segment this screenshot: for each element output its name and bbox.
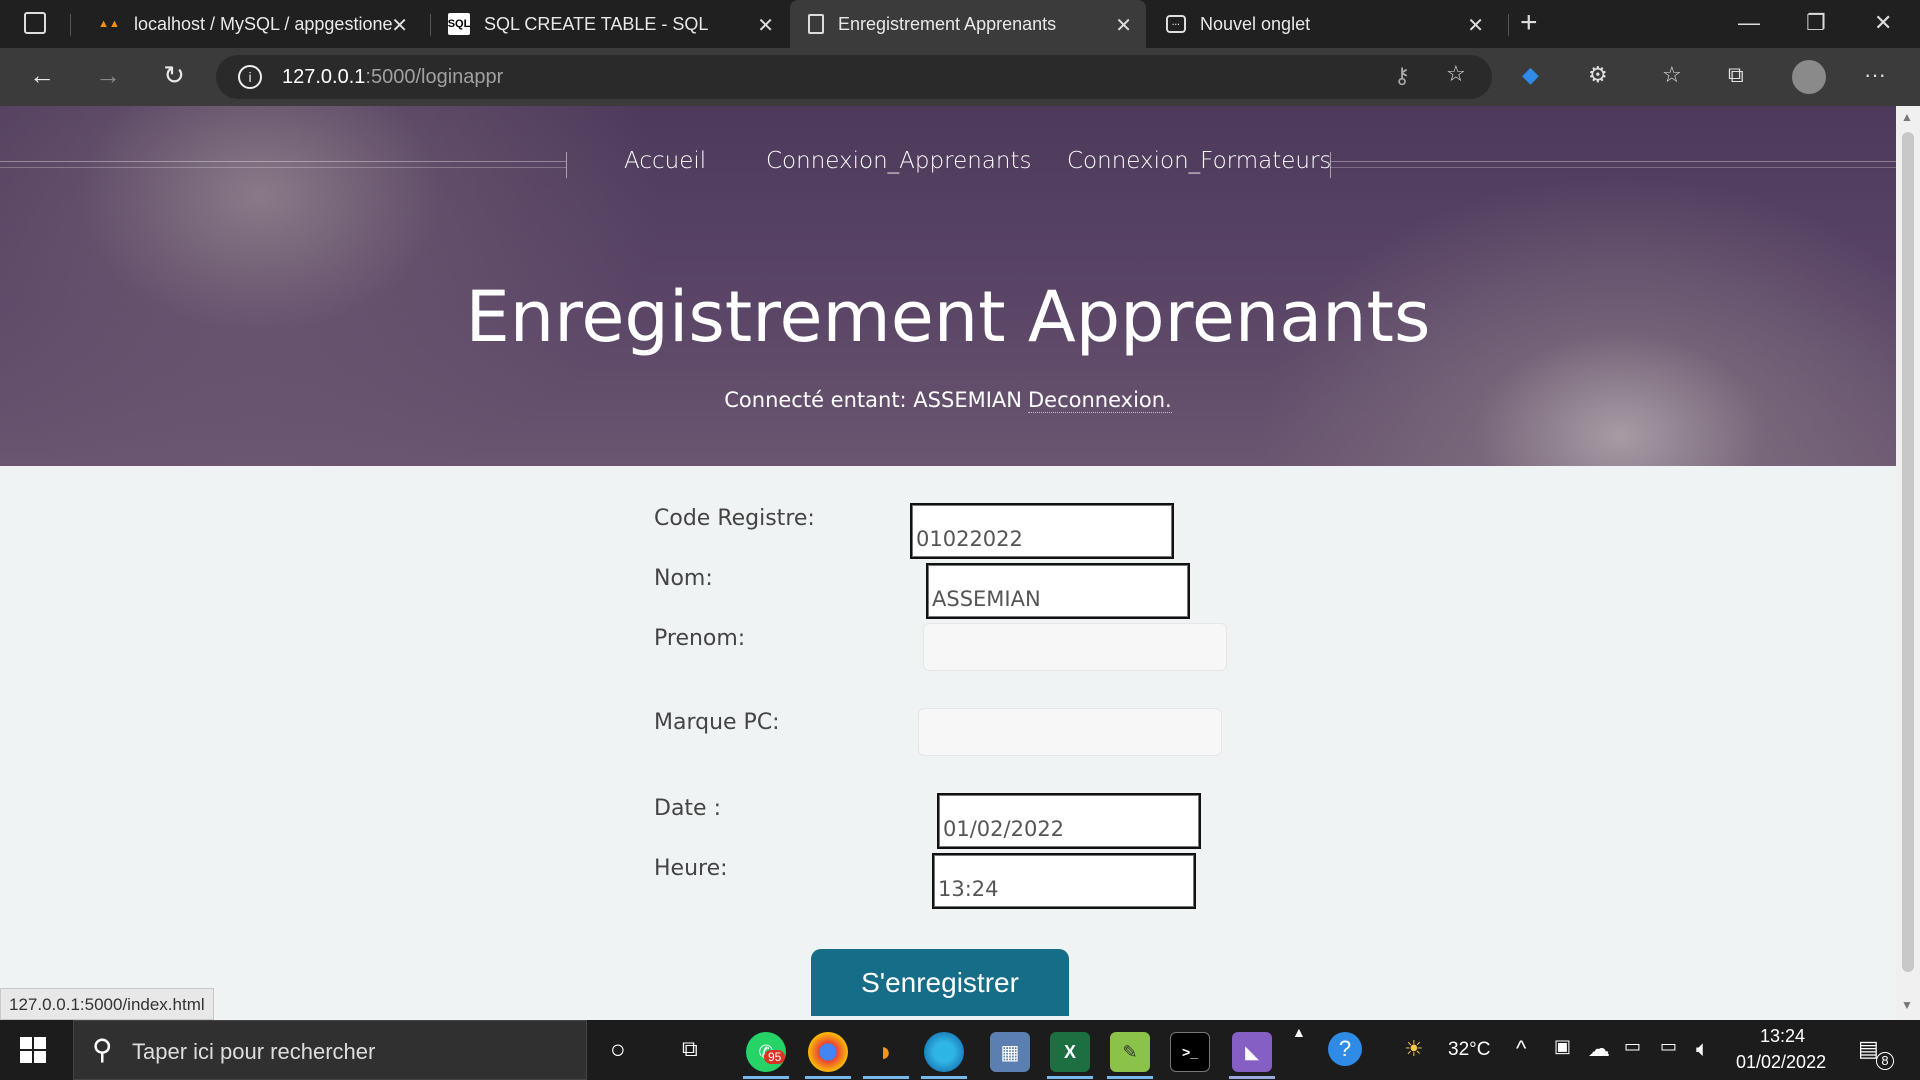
whatsapp-badge: 95	[764, 1050, 786, 1064]
page-scrollbar[interactable]: ▲ ▼	[1896, 106, 1920, 1020]
overflow-chevron-icon[interactable]: ▲	[1292, 1024, 1306, 1040]
help-icon[interactable]: ?	[1328, 1032, 1362, 1066]
notification-count: 8	[1876, 1052, 1894, 1070]
cortana-icon[interactable]: ○	[610, 1034, 626, 1065]
close-icon[interactable]: ✕	[1467, 13, 1484, 38]
phpmyadmin-icon: ▲▲	[98, 18, 120, 30]
page-title: Enregistrement Apprenants	[465, 276, 1431, 358]
visual-studio-app-icon[interactable]: ◣	[1232, 1032, 1272, 1072]
more-menu-icon[interactable]: ···	[1864, 62, 1886, 88]
windows-start-icon[interactable]	[20, 1037, 48, 1065]
key-icon[interactable]: ⚷	[1394, 63, 1410, 89]
tab-title: SQL CREATE TABLE - SQL	[484, 13, 709, 34]
extension-shield-icon[interactable]: ◆	[1522, 62, 1539, 88]
show-hidden-icons[interactable]: ^	[1516, 1036, 1526, 1062]
address-toolbar: ← → ↻ i 127.0.0.1:5000/loginappr ⚷ ☆ ◆ ⚙…	[0, 48, 1920, 106]
hero-banner: Accueil Connexion_Apprenants Connexion_F…	[0, 106, 1896, 466]
task-view-icon[interactable]: ⧉	[682, 1036, 698, 1062]
prenom-label: Prenom:	[654, 626, 746, 651]
page-viewport: Accueil Connexion_Apprenants Connexion_F…	[0, 106, 1896, 1020]
tab-actions-icon[interactable]	[24, 12, 46, 34]
close-icon[interactable]: ✕	[1115, 13, 1132, 38]
forward-button[interactable]: →	[90, 60, 126, 91]
url-text[interactable]: 127.0.0.1:5000/loginappr	[282, 66, 503, 89]
browser-tab-bar: ▲▲ localhost / MySQL / appgestione ✕ SQL…	[0, 0, 1920, 48]
date-input[interactable]: 01/02/2022	[937, 793, 1201, 849]
nav-connexion-apprenants[interactable]: Connexion_Apprenants	[766, 148, 1031, 174]
clock-time[interactable]: 13:24	[1760, 1026, 1805, 1047]
windows-taskbar: ⚲ Taper ici pour rechercher ○ ⧉ ✆ 95 ◗ ▦…	[0, 1020, 1920, 1080]
tab-phpmyadmin[interactable]: ▲▲ localhost / MySQL / appgestione ✕	[80, 0, 422, 48]
chrome-app-icon[interactable]	[808, 1032, 848, 1072]
collections-icon[interactable]: ⧉	[1728, 62, 1744, 88]
calculator-app-icon[interactable]: ▦	[990, 1032, 1030, 1072]
tab-enregistrement[interactable]: Enregistrement Apprenants ✕	[790, 0, 1146, 48]
excel-app-icon[interactable]: X	[1050, 1032, 1090, 1072]
meet-icon[interactable]: ▣	[1554, 1036, 1571, 1057]
edge-app-icon[interactable]	[924, 1032, 964, 1072]
taskbar-search[interactable]: ⚲ Taper ici pour rechercher	[73, 1020, 587, 1080]
clock-date[interactable]: 01/02/2022	[1736, 1052, 1826, 1073]
marque-pc-label: Marque PC:	[654, 710, 780, 735]
link-status-tooltip: 127.0.0.1:5000/index.html	[0, 988, 214, 1020]
minimize-button[interactable]: —	[1738, 10, 1760, 36]
add-favorite-icon[interactable]: ☆	[1446, 61, 1466, 87]
prenom-input[interactable]	[923, 623, 1227, 671]
search-placeholder: Taper ici pour rechercher	[132, 1039, 376, 1064]
heure-label: Heure:	[654, 856, 728, 881]
back-button[interactable]: ←	[24, 60, 60, 91]
scroll-down-icon[interactable]: ▼	[1901, 998, 1913, 1012]
nav-connexion-formateurs[interactable]: Connexion_Formateurs	[1067, 148, 1331, 174]
scroll-thumb[interactable]	[1902, 132, 1914, 972]
search-icon: ⚲	[92, 1034, 113, 1065]
weather-temp[interactable]: 32°C	[1448, 1039, 1490, 1061]
volume-icon[interactable]: 🔈︎	[1696, 1036, 1709, 1062]
tab-title: localhost / MySQL / appgestione	[134, 13, 393, 34]
weather-icon[interactable]: ☀	[1404, 1036, 1424, 1062]
date-label: Date :	[654, 796, 721, 821]
tab-sql[interactable]: SQL SQL CREATE TABLE - SQL ✕	[430, 0, 788, 48]
favorites-icon[interactable]: ☆	[1662, 62, 1682, 88]
connected-label: Connecté entant: ASSEMIAN	[724, 388, 1022, 412]
close-window-button[interactable]: ✕	[1874, 10, 1892, 36]
network-icon[interactable]: ▭	[1660, 1036, 1677, 1057]
marque-pc-input[interactable]	[918, 708, 1222, 756]
register-button[interactable]: S'enregistrer	[811, 949, 1069, 1016]
eclipse-app-icon[interactable]: ◗	[866, 1032, 906, 1072]
newtab-icon: ···	[1166, 15, 1186, 33]
restore-button[interactable]: ❐	[1806, 10, 1826, 36]
address-bar[interactable]: i 127.0.0.1:5000/loginappr ⚷ ☆	[216, 55, 1492, 99]
onedrive-icon[interactable]: ☁	[1588, 1036, 1610, 1062]
tab-title: Enregistrement Apprenants	[838, 13, 1057, 34]
battery-icon[interactable]: ▭	[1624, 1036, 1641, 1057]
nav-accueil[interactable]: Accueil	[624, 148, 706, 174]
heure-input[interactable]: 13:24	[932, 853, 1196, 909]
new-tab-button[interactable]: +	[1520, 6, 1538, 40]
close-icon[interactable]: ✕	[757, 13, 774, 38]
page-icon	[808, 14, 824, 34]
code-registre-label: Code Registre:	[654, 506, 815, 531]
logout-link[interactable]: Deconnexion.	[1027, 388, 1172, 413]
code-registre-input[interactable]: 01022022	[910, 503, 1174, 559]
extensions-icon[interactable]: ⚙	[1588, 62, 1608, 88]
close-icon[interactable]: ✕	[391, 13, 408, 38]
terminal-app-icon[interactable]: >_	[1170, 1032, 1210, 1072]
notepadpp-app-icon[interactable]: ✎	[1110, 1032, 1150, 1072]
nom-label: Nom:	[654, 566, 713, 591]
scroll-up-icon[interactable]: ▲	[1901, 110, 1913, 124]
tab-title: Nouvel onglet	[1200, 13, 1311, 34]
sql-icon: SQL	[448, 13, 470, 35]
profile-avatar[interactable]	[1792, 60, 1826, 94]
nom-input[interactable]: ASSEMIAN	[926, 563, 1190, 619]
info-icon[interactable]: i	[238, 65, 262, 89]
refresh-button[interactable]: ↻	[156, 60, 192, 91]
tab-nouvel-onglet[interactable]: ··· Nouvel onglet ✕	[1148, 0, 1498, 48]
connected-user-text: Connecté entant: ASSEMIAN Deconnexion.	[0, 388, 1896, 413]
